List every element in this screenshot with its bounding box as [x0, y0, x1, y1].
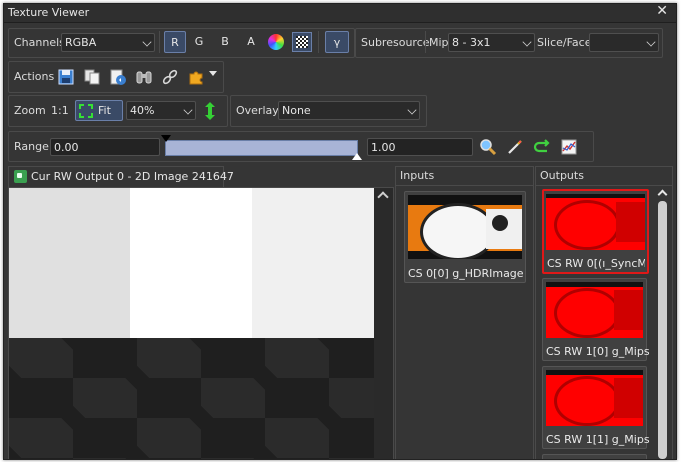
- output-caption: CS RW 1[0] g_Mips: [546, 345, 650, 358]
- outputs-scrollbar[interactable]: [654, 186, 671, 459]
- zoom-range-icon[interactable]: [479, 138, 497, 156]
- outputs-panel: Outputs CS RW 0[(ı_SyncMipS CS RW 1[0] g…: [535, 166, 673, 459]
- fit-label: Fit: [98, 104, 111, 117]
- scroll-up-icon[interactable]: [657, 189, 668, 200]
- close-icon[interactable]: ✕: [656, 4, 668, 19]
- subresource-toolbar: Subresource Mip 8 - 3x1 Slice/Face: [355, 28, 663, 58]
- actions-toolbar: Actions: [8, 61, 224, 93]
- inputs-title: Inputs: [400, 169, 435, 182]
- overlay-toolbar: Overlay None: [230, 95, 427, 127]
- chevron-down-icon: [407, 105, 417, 115]
- zoom-value: 40%: [130, 104, 155, 117]
- window-title: Texture Viewer: [8, 6, 90, 19]
- open-image-icon[interactable]: [109, 68, 127, 86]
- texture-image: [9, 188, 374, 338]
- output-thumbnail-image: [546, 194, 645, 250]
- texture-view[interactable]: [8, 187, 394, 459]
- inputs-panel: Inputs CS 0[0] g_HDRImage: [395, 166, 534, 459]
- outputs-title: Outputs: [540, 169, 584, 182]
- channels-toolbar: Channels RGBA R G B A γ: [8, 28, 355, 58]
- divider: [396, 185, 533, 186]
- histogram-icon[interactable]: [560, 138, 578, 156]
- output-thumbnail[interactable]: CS RW 1[0] g_Mips: [542, 278, 650, 361]
- fit-button[interactable]: Fit: [75, 100, 123, 121]
- channel-g-toggle[interactable]: G: [188, 31, 210, 53]
- slice-face-select[interactable]: [589, 33, 659, 52]
- checkerboard-icon[interactable]: [292, 32, 312, 52]
- tab-cur-rw-output[interactable]: Cur RW Output 0 - 2D Image 241647: [8, 166, 234, 187]
- chevron-down-icon: [142, 37, 152, 47]
- channel-b-toggle[interactable]: B: [214, 31, 236, 53]
- divider: [536, 185, 672, 186]
- overlay-select[interactable]: None: [278, 101, 420, 120]
- range-min-input[interactable]: 0.00: [50, 138, 160, 156]
- chevron-down-icon[interactable]: [209, 71, 217, 76]
- chevron-down-icon: [646, 37, 656, 47]
- divider: [318, 31, 319, 53]
- image-tab-icon: [14, 170, 27, 183]
- input-thumbnail[interactable]: CS 0[0] g_HDRImage: [404, 191, 526, 283]
- output-caption: CS RW 1[1] g_Mips: [546, 433, 650, 446]
- reset-range-icon[interactable]: [533, 138, 551, 156]
- output-thumbnail[interactable]: CS RW 0[(ı_SyncMipS: [542, 189, 649, 274]
- channels-mode-select[interactable]: RGBA: [61, 33, 155, 52]
- texture-scrollbar[interactable]: [375, 188, 392, 459]
- puzzle-icon[interactable]: [187, 68, 205, 86]
- slice-face-label: Slice/Face: [537, 36, 592, 49]
- range-toolbar: Range 0.00 1.00: [8, 131, 594, 162]
- output-thumbnail-image: [546, 282, 643, 338]
- range-max-input[interactable]: 1.00: [367, 138, 473, 156]
- actions-label: Actions: [14, 70, 55, 83]
- copy-icon[interactable]: [83, 68, 101, 86]
- zoom-label: Zoom: [14, 104, 46, 117]
- divider: [425, 31, 426, 53]
- chevron-down-icon: [522, 37, 532, 47]
- output-thumbnail-image: [546, 370, 643, 426]
- auto-fit-wand-icon[interactable]: [506, 138, 524, 156]
- input-thumbnail-image: [408, 195, 522, 259]
- binoculars-icon[interactable]: [135, 68, 153, 86]
- color-wheel-icon[interactable]: [268, 34, 284, 50]
- channels-label: Channels: [14, 36, 65, 49]
- link-icon[interactable]: [161, 68, 179, 86]
- range-label: Range: [14, 140, 49, 153]
- range-slider[interactable]: [161, 135, 362, 160]
- mip-value: 8 - 3x1: [452, 36, 491, 49]
- mip-select[interactable]: 8 - 3x1: [448, 33, 535, 52]
- output-thumbnail[interactable]: CS RW 1[1] g_Mips: [542, 366, 650, 449]
- zoom-toolbar: Zoom 1:1 Fit 40%: [8, 95, 228, 127]
- flip-vertical-icon[interactable]: [203, 101, 217, 121]
- input-caption: CS 0[0] g_HDRImage: [408, 267, 524, 280]
- range-high-handle[interactable]: [352, 153, 362, 160]
- range-low-handle[interactable]: [161, 135, 171, 142]
- channel-a-toggle[interactable]: A: [240, 31, 262, 53]
- checkerboard-background: [9, 338, 374, 459]
- output-thumbnail[interactable]: [542, 454, 647, 459]
- texture-viewer-window: Texture Viewer ✕ Channels RGBA R G B A γ…: [3, 3, 677, 460]
- title-bar: Texture Viewer ✕: [4, 4, 676, 23]
- scrollbar-thumb[interactable]: [658, 201, 667, 459]
- gamma-toggle[interactable]: γ: [325, 31, 349, 53]
- fit-icon: [79, 104, 93, 118]
- scroll-up-icon[interactable]: [377, 191, 389, 203]
- save-icon[interactable]: [57, 68, 75, 86]
- mip-label: Mip: [429, 36, 449, 49]
- zoom-one-to-one-button[interactable]: 1:1: [51, 104, 69, 117]
- subresource-label: Subresource: [361, 36, 430, 49]
- overlay-value: None: [282, 104, 311, 117]
- channels-mode-value: RGBA: [65, 36, 97, 49]
- overlay-label: Overlay: [236, 104, 279, 117]
- tab-title: Cur RW Output 0 - 2D Image 241647: [31, 170, 234, 183]
- zoom-select[interactable]: 40%: [126, 101, 196, 120]
- chevron-down-icon: [183, 105, 193, 115]
- output-caption: CS RW 0[(ı_SyncMipS: [547, 257, 645, 270]
- channel-r-toggle[interactable]: R: [164, 31, 186, 53]
- divider: [159, 31, 160, 53]
